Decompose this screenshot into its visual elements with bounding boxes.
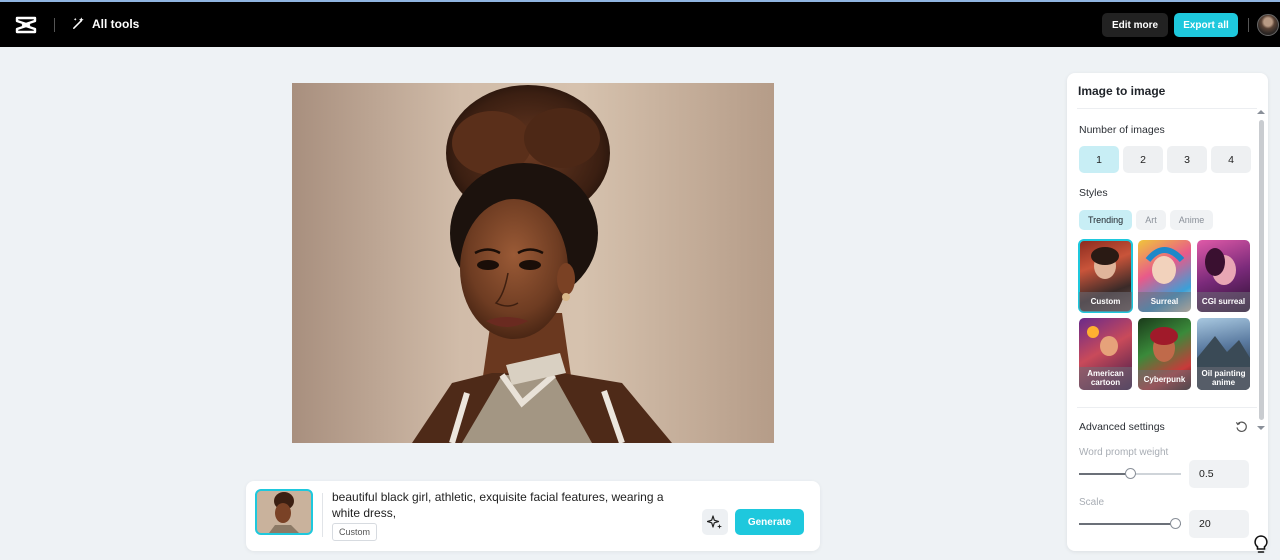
advanced-settings-label: Advanced settings [1079, 421, 1165, 433]
number-option-4[interactable]: 4 [1211, 146, 1251, 173]
all-tools-button[interactable]: All tools [71, 16, 139, 31]
style-card-cyberpunk[interactable]: Cyberpunk [1138, 318, 1191, 390]
scroll-up-arrow[interactable] [1256, 108, 1266, 116]
style-label: American cartoon [1079, 367, 1132, 390]
style-card-surreal[interactable]: Surreal [1138, 240, 1191, 312]
magic-enhance-button[interactable] [702, 509, 728, 535]
style-label: Oil painting anime [1197, 367, 1250, 390]
topbar-divider [54, 18, 55, 32]
panel-scrollbar[interactable] [1259, 120, 1264, 420]
slider-knob[interactable] [1170, 518, 1181, 529]
style-label: CGI surreal [1197, 292, 1250, 312]
slider-fill [1079, 473, 1130, 475]
style-label: Surreal [1138, 292, 1191, 312]
style-label: Cyberpunk [1138, 370, 1191, 390]
generate-button[interactable]: Generate [735, 509, 804, 535]
style-tabs: Trending Art Anime [1079, 210, 1214, 230]
scroll-down-arrow[interactable] [1256, 424, 1266, 432]
number-option-1[interactable]: 1 [1079, 146, 1119, 173]
style-tag[interactable]: Custom [332, 523, 378, 541]
avatar[interactable] [1257, 14, 1279, 36]
style-card-oil-painting-anime[interactable]: Oil painting anime [1197, 318, 1250, 390]
prompt-bar: beautiful black girl, athletic, exquisit… [246, 481, 820, 551]
number-of-images-label: Number of images [1079, 124, 1165, 136]
tab-art[interactable]: Art [1136, 210, 1166, 230]
thumbnail-portrait [269, 492, 299, 533]
lightbulb-icon[interactable] [1252, 534, 1270, 554]
prompt-input[interactable]: beautiful black girl, athletic, exquisit… [332, 489, 692, 521]
panel-title: Image to image [1078, 84, 1166, 98]
number-of-images-selector: 1 2 3 4 [1079, 146, 1251, 173]
tab-anime[interactable]: Anime [1169, 210, 1214, 230]
number-option-2[interactable]: 2 [1123, 146, 1163, 173]
tab-trending[interactable]: Trending [1079, 210, 1133, 230]
portrait-illustration [412, 85, 672, 443]
prompt-divider [322, 493, 323, 537]
style-card-cgi-surreal[interactable]: CGI surreal [1197, 240, 1250, 312]
generated-image[interactable] [292, 83, 774, 443]
sparkle-icon [707, 515, 722, 529]
style-label: Custom [1079, 292, 1132, 312]
section-divider [1077, 407, 1257, 408]
scale-label: Scale [1079, 497, 1105, 508]
slider-fill [1079, 523, 1181, 525]
edit-more-button[interactable]: Edit more [1102, 13, 1168, 37]
style-card-american-cartoon[interactable]: American cartoon [1079, 318, 1132, 390]
magic-wand-icon [73, 17, 84, 29]
topbar-divider-right [1248, 18, 1249, 32]
settings-panel: Image to image Number of images 1 2 3 4 … [1067, 73, 1268, 551]
style-card-custom[interactable]: Custom [1078, 239, 1133, 313]
top-bar: All tools Edit more Export all [0, 0, 1280, 47]
all-tools-label: All tools [92, 16, 140, 31]
scale-slider[interactable] [1079, 518, 1181, 530]
word-prompt-weight-label: Word prompt weight [1079, 447, 1169, 458]
word-prompt-weight-slider[interactable] [1079, 468, 1181, 480]
source-image-thumbnail[interactable] [255, 489, 313, 535]
capcut-logo-icon[interactable] [14, 14, 38, 36]
number-option-3[interactable]: 3 [1167, 146, 1207, 173]
scale-input[interactable]: 20 [1189, 510, 1249, 538]
styles-grid: Custom Surreal CGI surreal American cart… [1078, 239, 1250, 390]
styles-label: Styles [1079, 187, 1108, 199]
word-prompt-weight-input[interactable]: 0.5 [1189, 460, 1249, 488]
slider-knob[interactable] [1125, 468, 1136, 479]
reset-icon[interactable] [1235, 420, 1248, 433]
export-all-button[interactable]: Export all [1174, 13, 1238, 37]
panel-divider [1077, 108, 1257, 109]
